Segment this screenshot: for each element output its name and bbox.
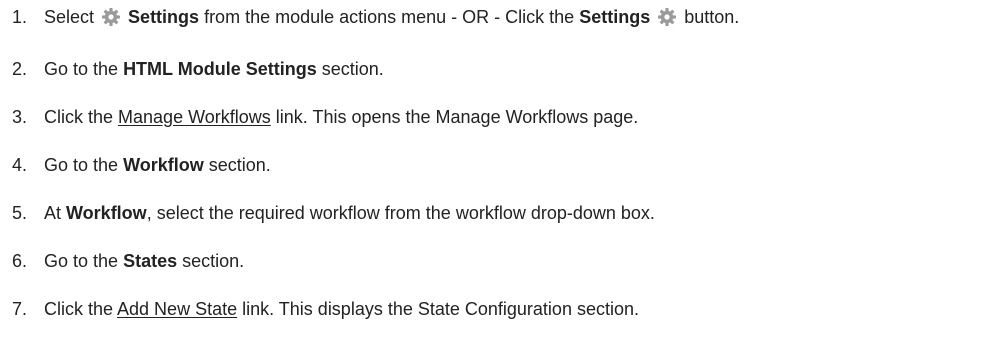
step-text-part: , select the required workflow from the …: [146, 203, 655, 223]
step-number: 7.: [12, 299, 28, 319]
manage-workflows-link[interactable]: Manage Workflows: [118, 107, 271, 127]
gear-icon: [101, 7, 121, 27]
step-number: 5.: [12, 203, 28, 223]
step-text-part: section.: [203, 155, 271, 175]
step-number: 1.: [12, 7, 28, 27]
step-text-part: section.: [316, 59, 384, 79]
step-text-part: link. This displays the State Configurat…: [237, 299, 639, 319]
step-text: Go to the HTML Module Settings section.: [44, 55, 384, 83]
step-text: Go to the States section.: [44, 247, 244, 275]
step-text-part: link. This opens the Manage Workflows pa…: [270, 107, 639, 127]
step-text-part: Click the: [44, 107, 119, 127]
step-text: At Workflow, select the required workflo…: [44, 199, 655, 227]
step-text-part: from the module actions menu - OR - Clic…: [199, 7, 580, 27]
step-text-part: section.: [177, 251, 245, 271]
settings-label: Settings: [128, 7, 200, 27]
step-text-part: At: [44, 203, 67, 223]
step-text: Click the Manage Workflows link. This op…: [44, 103, 638, 131]
step-number: 4.: [12, 155, 28, 175]
section-name: Workflow: [123, 155, 204, 175]
step-number: 3.: [12, 107, 28, 127]
field-name: Workflow: [66, 203, 147, 223]
gear-icon: [657, 7, 677, 27]
step-text: Select Settings from the module actions …: [44, 3, 739, 31]
step-text-part: Go to the: [44, 59, 124, 79]
step-text-part: Click the: [44, 299, 118, 319]
step-number: 6.: [12, 251, 28, 271]
section-name: States: [123, 251, 178, 271]
step-text-part: Select: [44, 7, 100, 27]
step-text-part: button.: [679, 7, 740, 27]
step-text-part: Go to the: [44, 251, 124, 271]
step-number: 2.: [12, 59, 28, 79]
section-name: HTML Module Settings: [123, 59, 317, 79]
step-text: Click the Add New State link. This displ…: [44, 295, 639, 323]
add-new-state-link[interactable]: Add New State: [117, 299, 237, 319]
settings-label: Settings: [579, 7, 651, 27]
step-text-part: Go to the: [44, 155, 124, 175]
step-text: Go to the Workflow section.: [44, 151, 271, 179]
